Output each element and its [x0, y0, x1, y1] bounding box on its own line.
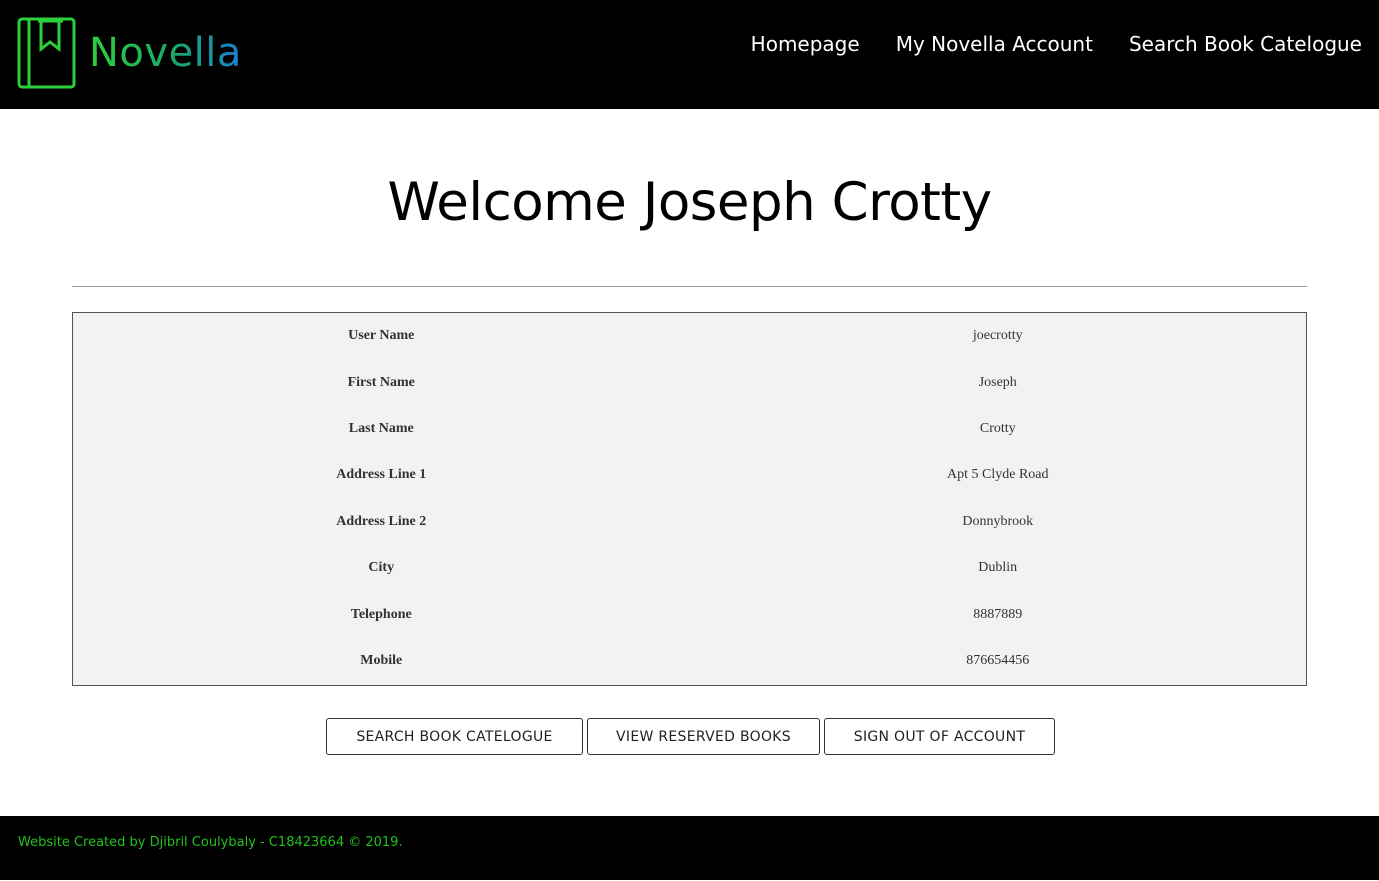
- table-row: User Name joecrotty: [73, 313, 1306, 359]
- action-buttons: SEARCH BOOK CATELOGUE VIEW RESERVED BOOK…: [326, 718, 1055, 755]
- row-label: User Name: [348, 328, 415, 344]
- row-value: joecrotty: [972, 328, 1023, 344]
- table-row: Mobile 876654456: [73, 638, 1306, 684]
- logo-text: Novella: [89, 30, 242, 76]
- nav-my-account[interactable]: My Novella Account: [896, 32, 1093, 56]
- row-value: Crotty: [979, 420, 1016, 436]
- footer-credit: Website Created by Djibril Coulybaly - C…: [18, 835, 403, 850]
- row-label: Address Line 2: [336, 513, 427, 529]
- site-header: Novella Homepage My Novella Account Sear…: [0, 0, 1379, 109]
- row-label: City: [368, 560, 395, 576]
- table-row: Telephone 8887889: [73, 591, 1306, 637]
- divider: [72, 286, 1307, 287]
- nav-homepage[interactable]: Homepage: [751, 32, 860, 56]
- logo[interactable]: Novella: [17, 16, 242, 90]
- table-row: First Name Joseph: [73, 359, 1306, 405]
- site-footer: Website Created by Djibril Coulybaly - C…: [0, 816, 1379, 880]
- book-bookmark-icon: [17, 17, 76, 89]
- sign-out-button[interactable]: SIGN OUT OF ACCOUNT: [824, 718, 1055, 755]
- row-value: Dublin: [978, 560, 1018, 576]
- row-value: 8887889: [973, 606, 1023, 622]
- row-value: Joseph: [978, 374, 1017, 390]
- row-value: 876654456: [966, 652, 1030, 668]
- row-label: First Name: [347, 374, 415, 390]
- table-row: Last Name Crotty: [73, 406, 1306, 452]
- nav-search-catalogue[interactable]: Search Book Catelogue: [1129, 32, 1362, 56]
- row-value: Donnybrook: [962, 513, 1034, 529]
- row-label: Last Name: [348, 420, 414, 436]
- row-label: Address Line 1: [336, 467, 427, 483]
- row-value: Apt 5 Clyde Road: [947, 467, 1049, 483]
- search-catalogue-button[interactable]: SEARCH BOOK CATELOGUE: [326, 718, 583, 755]
- table-row: City Dublin: [73, 545, 1306, 591]
- main-nav: Homepage My Novella Account Search Book …: [751, 32, 1362, 56]
- view-reserved-books-button[interactable]: VIEW RESERVED BOOKS: [587, 718, 820, 755]
- table-row: Address Line 2 Donnybrook: [73, 499, 1306, 545]
- row-label: Telephone: [350, 606, 412, 622]
- row-label: Mobile: [360, 652, 403, 668]
- table-row: Address Line 1 Apt 5 Clyde Road: [73, 452, 1306, 498]
- page-title: Welcome Joseph Crotty: [387, 172, 992, 233]
- account-details-table: User Name joecrotty First Name Joseph La…: [72, 312, 1307, 686]
